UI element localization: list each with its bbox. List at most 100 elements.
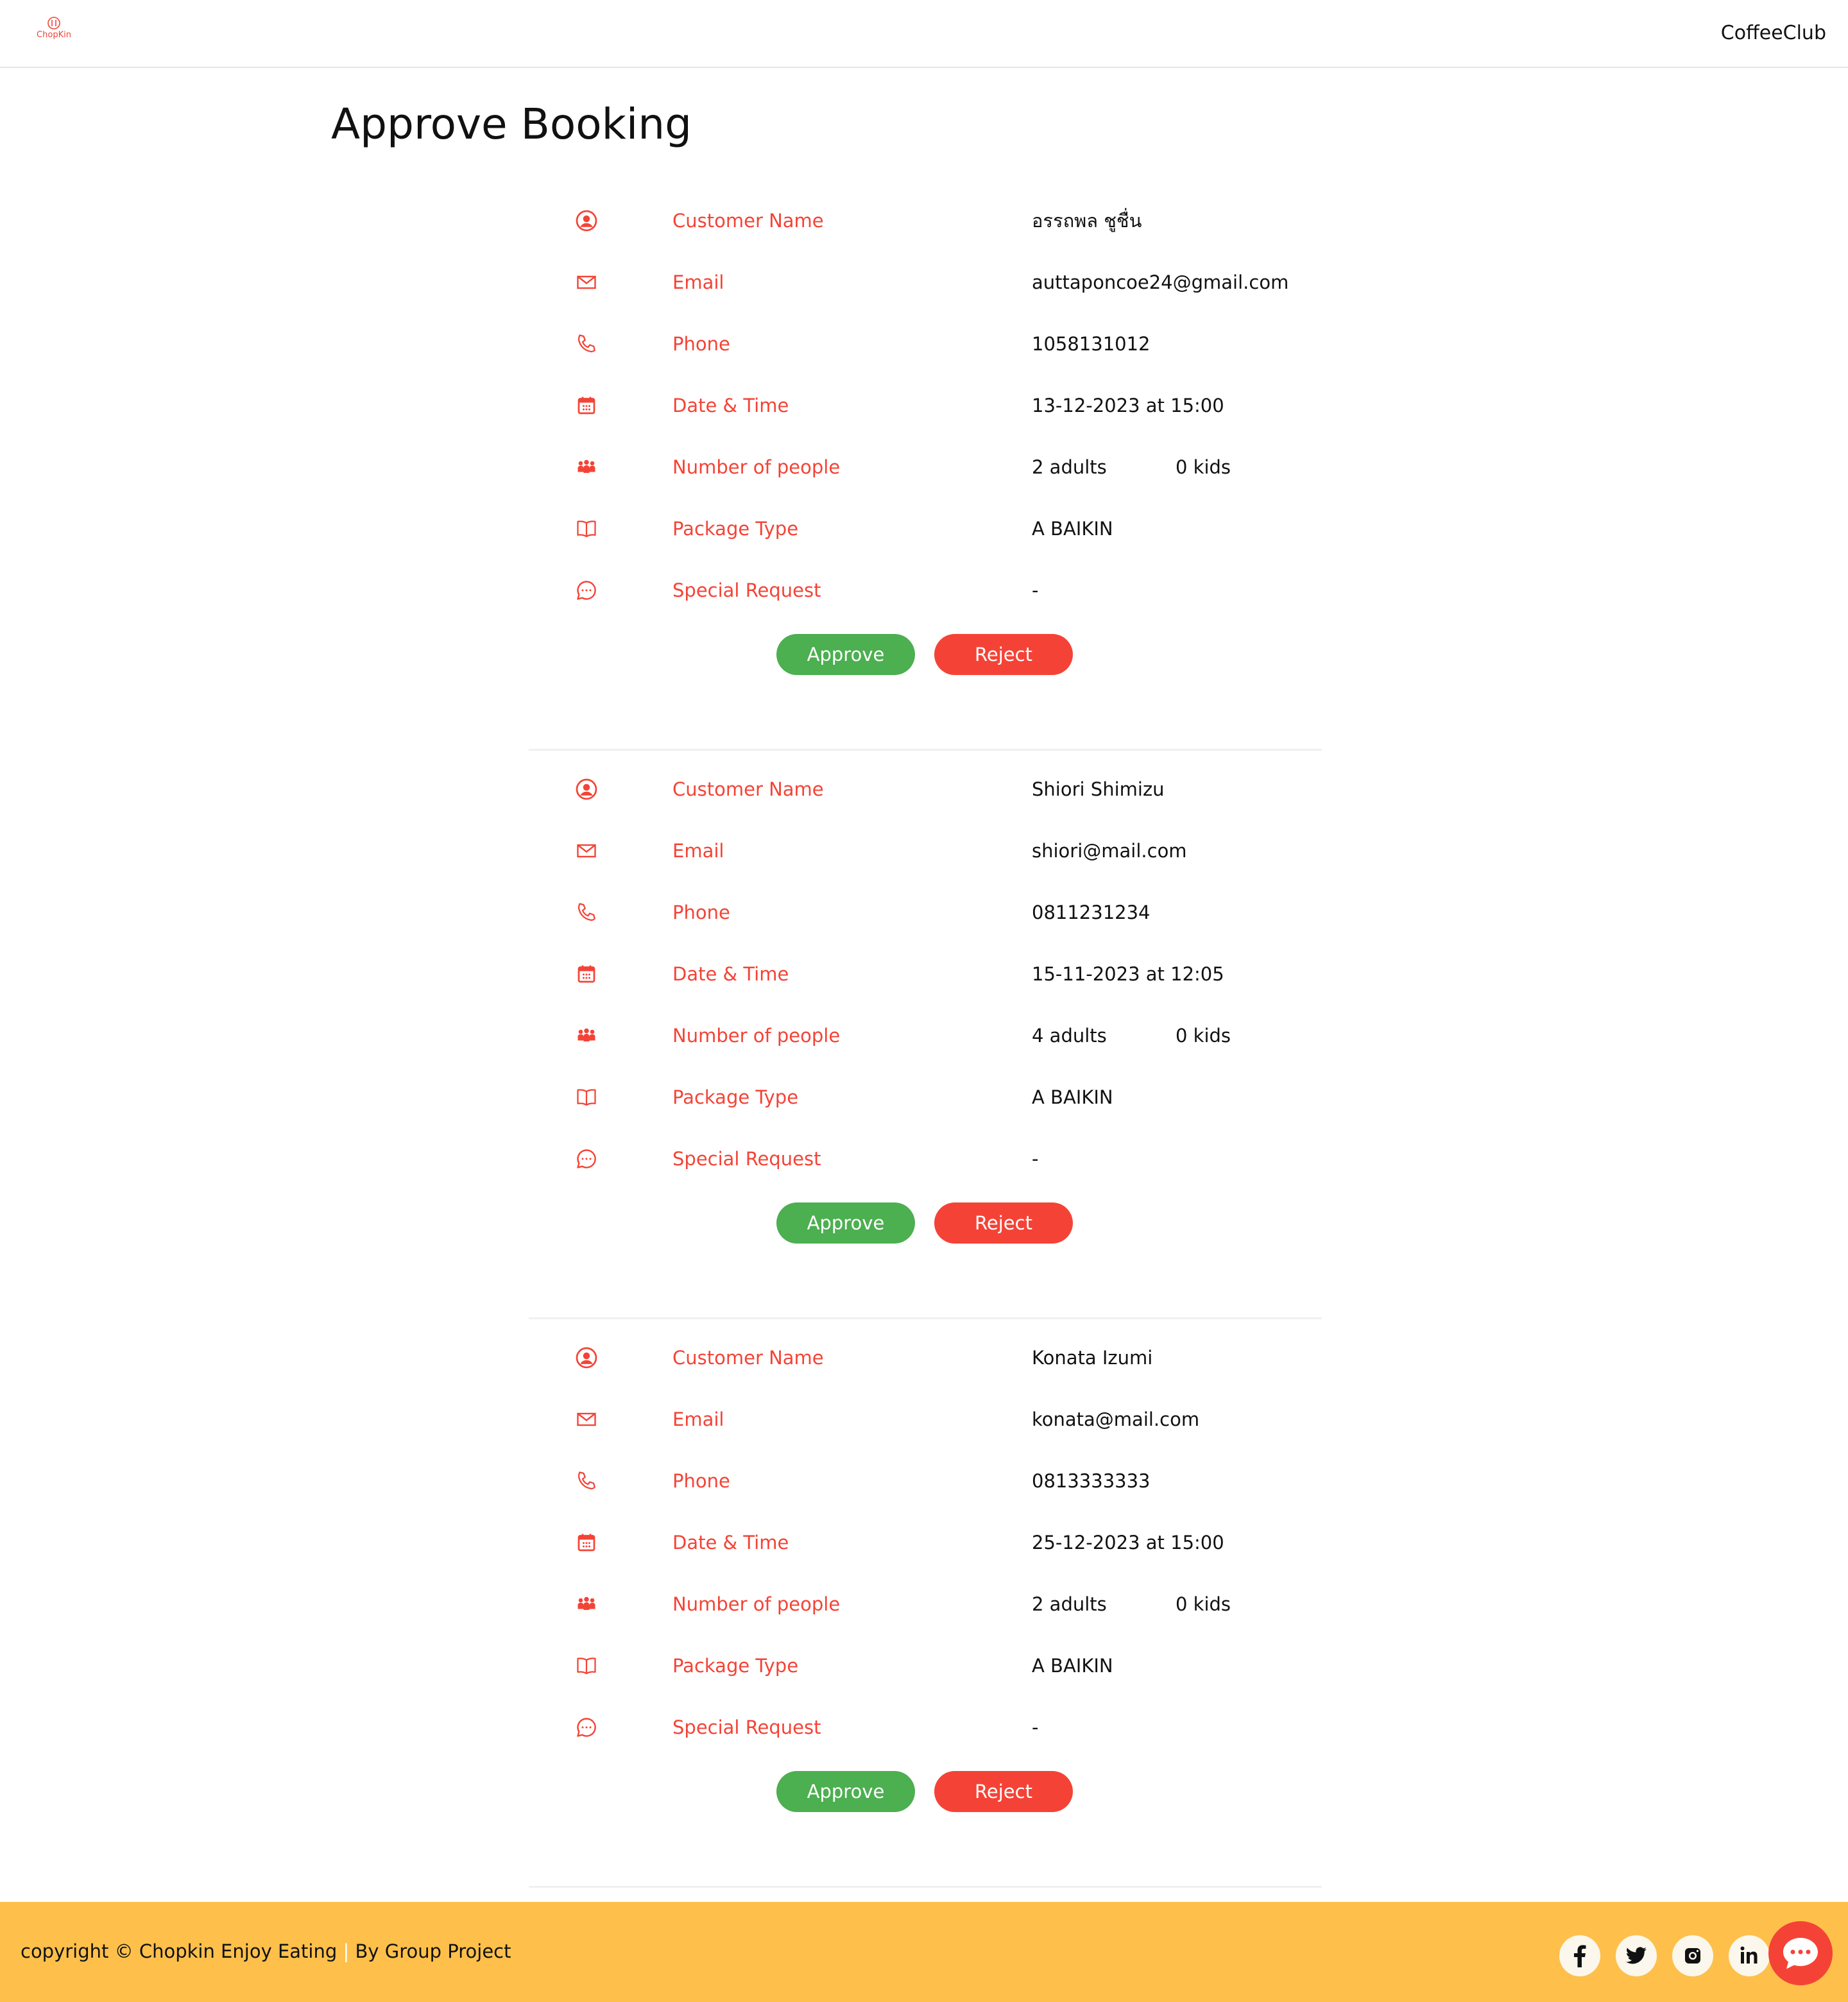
date-time-label: Date & Time xyxy=(672,963,789,985)
email-label: Email xyxy=(672,271,724,293)
approve-button[interactable]: Approve xyxy=(776,634,915,675)
booking-card: Customer Name Konata Izumi Email konata@… xyxy=(529,1319,1322,1888)
people-group-icon xyxy=(575,456,598,479)
package-label: Package Type xyxy=(672,518,799,540)
email-row: Email konata@mail.com xyxy=(529,1400,1322,1439)
approve-button[interactable]: Approve xyxy=(776,1202,915,1244)
copyright-text: copyright © Chopkin Enjoy Eating | By Gr… xyxy=(21,1940,511,1962)
special-request-row: Special Request - xyxy=(529,1708,1322,1747)
logo-text: ChopKin xyxy=(37,30,71,40)
special-request-row: Special Request - xyxy=(529,571,1322,610)
package-label: Package Type xyxy=(672,1086,799,1108)
chat-bubble-icon xyxy=(575,1147,598,1170)
special-request-value: - xyxy=(1032,1716,1039,1738)
open-book-icon xyxy=(575,1086,598,1109)
people-label: Number of people xyxy=(672,1593,841,1615)
adults-value: 2 adults xyxy=(1032,456,1107,478)
kids-value: 0 kids xyxy=(1176,1025,1231,1047)
phone-row: Phone 0813333333 xyxy=(529,1462,1322,1500)
chat-button[interactable] xyxy=(1768,1921,1833,1985)
date-time-row: Date & Time 13-12-2023 at 15:00 xyxy=(529,386,1322,425)
date-time-value: 25-12-2023 at 15:00 xyxy=(1032,1532,1224,1553)
reject-button[interactable]: Reject xyxy=(934,1771,1073,1812)
open-book-icon xyxy=(575,1654,598,1677)
people-row: Number of people 4 adults 0 kids xyxy=(529,1016,1322,1055)
phone-icon xyxy=(575,1469,598,1493)
phone-value: 0811231234 xyxy=(1032,902,1151,923)
date-time-value: 13-12-2023 at 15:00 xyxy=(1032,395,1224,416)
email-value: shiori@mail.com xyxy=(1032,840,1187,862)
facebook-icon[interactable] xyxy=(1559,1935,1600,1976)
customer-name-row: Customer Name Konata Izumi xyxy=(529,1339,1322,1377)
date-time-value: 15-11-2023 at 12:05 xyxy=(1032,963,1224,985)
customer-name-value: Konata Izumi xyxy=(1032,1347,1153,1369)
email-value: konata@mail.com xyxy=(1032,1408,1200,1430)
phone-value: 0813333333 xyxy=(1032,1470,1151,1492)
user-circle-icon xyxy=(575,778,598,801)
special-request-value: - xyxy=(1032,579,1039,601)
booking-card: Customer Name อรรถพล ชูชื่น Email auttap… xyxy=(529,182,1322,751)
people-row: Number of people 2 adults 0 kids xyxy=(529,1585,1322,1623)
approve-button[interactable]: Approve xyxy=(776,1771,915,1812)
envelope-icon xyxy=(575,271,598,294)
phone-value: 1058131012 xyxy=(1032,333,1151,355)
date-time-label: Date & Time xyxy=(672,395,789,416)
chat-bubble-icon xyxy=(575,579,598,602)
page-title: Approve Booking xyxy=(331,99,692,149)
email-label: Email xyxy=(672,840,724,862)
package-row: Package Type A BAIKIN xyxy=(529,1078,1322,1116)
footer: copyright © Chopkin Enjoy Eating | By Gr… xyxy=(0,1902,1848,2002)
linkedin-icon[interactable] xyxy=(1729,1935,1770,1976)
people-group-icon xyxy=(575,1593,598,1616)
package-value: A BAIKIN xyxy=(1032,1086,1113,1108)
people-group-icon xyxy=(575,1024,598,1047)
package-value: A BAIKIN xyxy=(1032,518,1113,540)
phone-label: Phone xyxy=(672,902,730,923)
phone-icon xyxy=(575,332,598,355)
instagram-icon[interactable] xyxy=(1672,1935,1713,1976)
customer-name-value: Shiori Shimizu xyxy=(1032,778,1165,800)
special-request-label: Special Request xyxy=(672,579,821,601)
customer-name-label: Customer Name xyxy=(672,210,824,232)
customer-name-row: Customer Name อรรถพล ชูชื่น xyxy=(529,201,1322,240)
email-label: Email xyxy=(672,1408,724,1430)
email-row: Email shiori@mail.com xyxy=(529,832,1322,870)
kids-value: 0 kids xyxy=(1176,1593,1231,1615)
logo-plate-icon xyxy=(47,17,60,30)
phone-label: Phone xyxy=(672,333,730,355)
phone-row: Phone 1058131012 xyxy=(529,325,1322,363)
phone-icon xyxy=(575,901,598,924)
customer-name-row: Customer Name Shiori Shimizu xyxy=(529,770,1322,809)
reject-button[interactable]: Reject xyxy=(934,634,1073,675)
people-label: Number of people xyxy=(672,456,841,478)
project-credit: By Group Project xyxy=(355,1940,511,1962)
date-time-row: Date & Time 15-11-2023 at 12:05 xyxy=(529,955,1322,993)
copyright-separator: | xyxy=(343,1940,350,1962)
people-label: Number of people xyxy=(672,1025,841,1047)
calendar-icon xyxy=(575,1531,598,1554)
date-time-row: Date & Time 25-12-2023 at 15:00 xyxy=(529,1523,1322,1562)
phone-label: Phone xyxy=(672,1470,730,1492)
customer-name-label: Customer Name xyxy=(672,1347,824,1369)
user-circle-icon xyxy=(575,1346,598,1369)
open-book-icon xyxy=(575,517,598,540)
chopkin-logo[interactable]: ChopKin xyxy=(35,15,73,47)
special-request-label: Special Request xyxy=(672,1716,821,1738)
user-circle-icon xyxy=(575,209,598,232)
special-request-label: Special Request xyxy=(672,1148,821,1170)
top-navbar: ChopKin CoffeeClub xyxy=(0,0,1848,68)
email-row: Email auttaponcoe24@gmail.com xyxy=(529,263,1322,302)
email-value: auttaponcoe24@gmail.com xyxy=(1032,271,1289,293)
people-row: Number of people 2 adults 0 kids xyxy=(529,448,1322,486)
adults-value: 2 adults xyxy=(1032,1593,1107,1615)
kids-value: 0 kids xyxy=(1176,456,1231,478)
package-row: Package Type A BAIKIN xyxy=(529,509,1322,548)
special-request-row: Special Request - xyxy=(529,1140,1322,1178)
reject-button[interactable]: Reject xyxy=(934,1202,1073,1244)
chat-bubble-icon xyxy=(575,1716,598,1739)
calendar-icon xyxy=(575,963,598,986)
special-request-value: - xyxy=(1032,1148,1039,1170)
envelope-icon xyxy=(575,839,598,862)
twitter-icon[interactable] xyxy=(1616,1935,1657,1976)
brand-name[interactable]: CoffeeClub xyxy=(1721,22,1826,44)
